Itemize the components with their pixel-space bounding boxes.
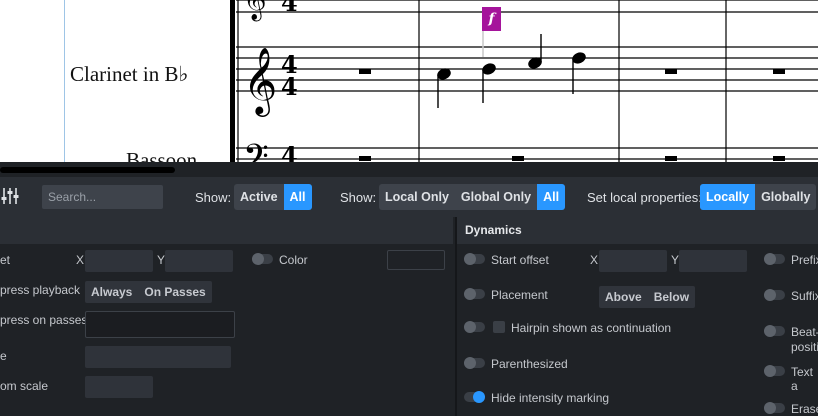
suppress-playback-options: Always On Passes (85, 281, 212, 303)
locally-button[interactable]: Locally (700, 184, 756, 210)
beat-position-label-2: positi (791, 340, 818, 354)
color-toggle[interactable] (252, 253, 273, 265)
system-bracket (230, 0, 235, 162)
dynamics-group-header: Dynamics (457, 217, 818, 244)
parenthesized-toggle[interactable] (464, 357, 485, 369)
start-offset-y-label: Y (671, 253, 680, 267)
erase-label: Erase (791, 402, 818, 416)
hairpin-continuation-label: Hairpin shown as continuation (511, 321, 672, 335)
treble-clef-top-icon: 𝄞 (243, 0, 267, 22)
suppress-on-passes-label: press on passes (0, 313, 88, 327)
text-a-label: Text a (791, 365, 814, 393)
beat-position-label-1: Beat- (791, 325, 818, 339)
properties-toolbar: Show: Active All Show: Local Only Global… (0, 177, 818, 217)
local-properties-label: Set local properties: (587, 190, 702, 205)
search-input[interactable] (42, 185, 163, 209)
beat-position-toggle[interactable] (764, 325, 785, 337)
svg-text:4: 4 (281, 72, 298, 101)
erase-toggle[interactable] (764, 402, 785, 414)
color-label: Color (279, 253, 308, 267)
hairpin-continuation-checkbox[interactable] (493, 321, 505, 333)
offset-label: et (0, 253, 11, 267)
offset-x-label: X (76, 253, 85, 267)
offset-y-field[interactable] (165, 250, 233, 272)
text-a-toggle[interactable] (764, 365, 785, 377)
dynamics-title: Dynamics (465, 223, 522, 237)
notes (437, 34, 586, 108)
group-divider (455, 217, 457, 416)
bass-clef-icon: 𝄢 (243, 138, 269, 162)
globally-button[interactable]: Globally (755, 184, 816, 210)
suffix-toggle[interactable] (764, 289, 785, 301)
filter-settings-icon[interactable] (0, 185, 20, 207)
color-swatch[interactable] (387, 250, 445, 270)
show-scope-all-button[interactable]: All (537, 184, 566, 210)
placement-options: Above Below (599, 286, 696, 308)
placement-above-button[interactable]: Above (599, 286, 648, 308)
show-local-only-button[interactable]: Local Only (379, 184, 455, 210)
custom-scale-field[interactable] (85, 376, 153, 398)
suppress-playback-label: press playback (0, 283, 81, 297)
parenthesized-label: Parenthesized (491, 357, 568, 371)
placement-below-button[interactable]: Below (648, 286, 695, 308)
hide-intensity-label: Hide intensity marking (491, 391, 610, 405)
common-group-header (0, 217, 453, 244)
row-e-field[interactable] (85, 346, 231, 368)
prefix-toggle[interactable] (764, 253, 785, 265)
show-scope-toggle: Local Only Global Only All (379, 184, 566, 210)
instrument-name-bassoon: Bassoon (126, 148, 198, 162)
suppress-passes-field[interactable] (85, 311, 235, 338)
start-offset-toggle[interactable] (464, 253, 485, 265)
hairpin-continuation-toggle[interactable] (464, 321, 485, 333)
show-all-button[interactable]: All (283, 184, 312, 210)
row-e-label: e (0, 349, 7, 363)
horizontal-scrollbar[interactable] (0, 167, 175, 173)
show-active-button[interactable]: Active (234, 184, 284, 210)
rests (359, 69, 785, 161)
treble-clef-icon: 𝄞 (243, 46, 277, 117)
dynamic-marking-f[interactable]: f (482, 7, 501, 31)
custom-scale-label: om scale (0, 379, 49, 393)
show-label-1: Show: (195, 190, 232, 205)
svg-text:4: 4 (281, 0, 298, 17)
offset-y-label: Y (157, 253, 166, 267)
start-offset-x-field[interactable] (599, 250, 667, 272)
show-active-toggle: Active All (234, 184, 312, 210)
start-offset-y-field[interactable] (679, 250, 747, 272)
properties-panel: et X Y Color press playback Always On Pa… (0, 217, 818, 416)
on-passes-button[interactable]: On Passes (138, 281, 211, 303)
local-properties-toggle: Locally Globally (700, 184, 817, 210)
suffix-label: Suffix (791, 289, 818, 303)
instrument-name-clarinet: Clarinet in B♭ (70, 62, 189, 86)
svg-text:4: 4 (281, 141, 298, 162)
score-view[interactable]: 𝄞 𝄞 𝄢 4 4 4 4 (0, 0, 818, 162)
prefix-label: Prefix (791, 253, 818, 267)
show-label-2: Show: (340, 190, 377, 205)
placement-toggle[interactable] (464, 288, 485, 300)
start-offset-label: Start offset (491, 253, 549, 267)
always-button[interactable]: Always (85, 281, 138, 303)
staff-bassoon (236, 147, 818, 160)
staff-top (236, 0, 818, 13)
placement-label: Placement (491, 288, 548, 302)
staff-clarinet (236, 46, 818, 92)
hide-intensity-toggle[interactable] (464, 391, 485, 403)
app-window: 𝄞 𝄞 𝄢 4 4 4 4 (0, 0, 818, 416)
start-offset-x-label: X (590, 253, 599, 267)
show-global-only-button[interactable]: Global Only (455, 184, 537, 210)
offset-x-field[interactable] (85, 250, 153, 272)
